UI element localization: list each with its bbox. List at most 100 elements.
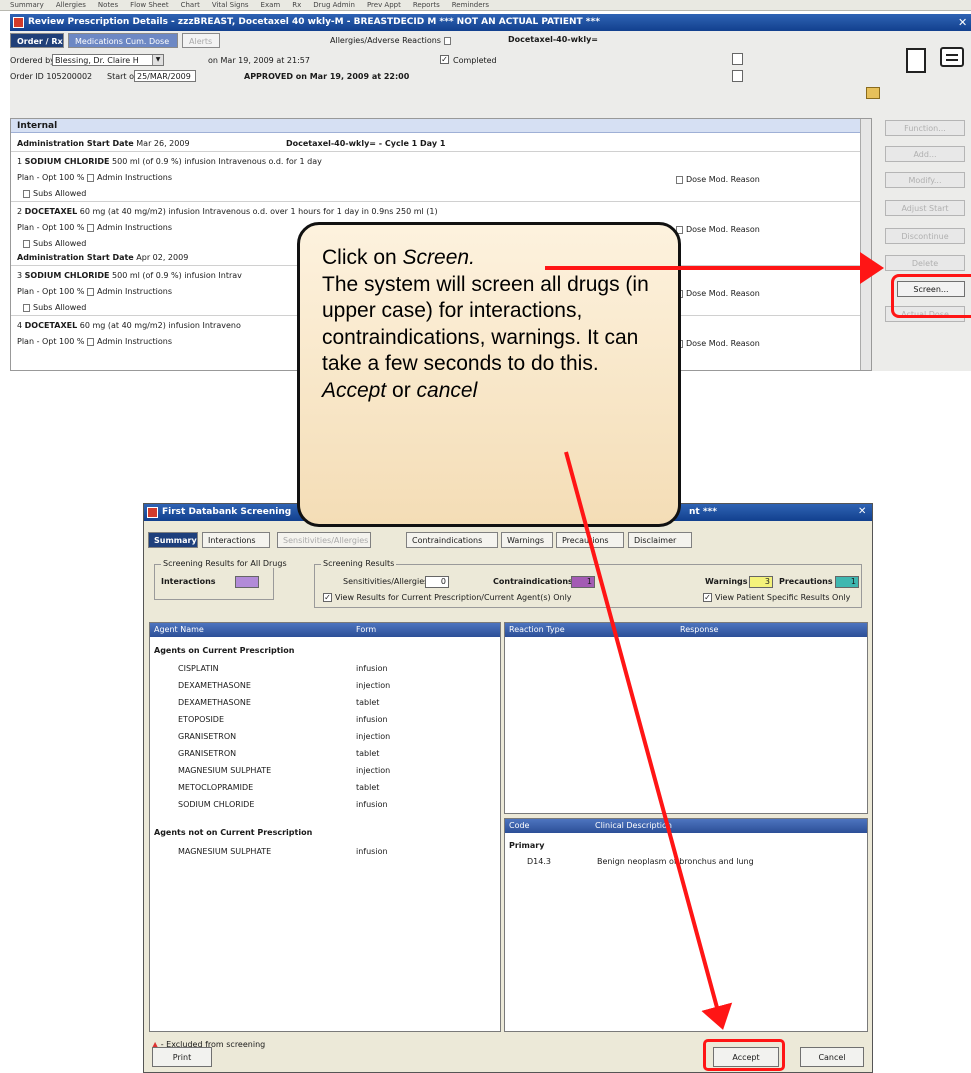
agent-form[interactable]: infusion (356, 664, 388, 673)
tab-medications-cum-dose[interactable]: Medications Cum. Dose (68, 33, 178, 48)
admin-instructions-icon[interactable] (87, 337, 95, 346)
tab-warnings[interactable]: Warnings (501, 532, 553, 548)
start-on-input[interactable]: 25/MAR/2009 (134, 70, 196, 82)
subs-icon (23, 189, 30, 198)
column-clinical-description[interactable]: Clinical Description (595, 819, 672, 833)
agent-form[interactable]: infusion (356, 715, 388, 724)
tab-alerts[interactable]: Alerts (182, 33, 220, 48)
subs-allowed-3[interactable]: Subs Allowed (23, 303, 86, 312)
prescription-window-close-icon[interactable]: ✕ (958, 14, 971, 31)
view-patient-checkbox[interactable]: ✓ (703, 593, 712, 602)
agent-form[interactable]: infusion (356, 847, 388, 856)
note-icon[interactable] (940, 47, 964, 67)
dose-mod-reason-2[interactable]: Dose Mod. Reason (676, 225, 760, 234)
tab-sensitivities-allergies[interactable]: Sensitivities/Allergies (277, 532, 371, 548)
admin-instructions-link[interactable]: Admin Instructions (97, 287, 172, 296)
tab-interactions[interactable]: Interactions (202, 532, 270, 548)
agent-name[interactable]: MAGNESIUM SULPHATE (178, 847, 271, 856)
agent-form[interactable]: injection (356, 681, 390, 690)
agent-name[interactable]: CISPLATIN (178, 664, 219, 673)
sensitivities-indicator[interactable]: 0 (425, 576, 449, 588)
order-item-1[interactable]: 1 SODIUM CHLORIDE 500 ml (of 0.9 %) infu… (17, 157, 322, 166)
dose-mod-reason-1[interactable]: Dose Mod. Reason (676, 175, 760, 184)
order-item-4[interactable]: 4 DOCETAXEL 60 mg (at 40 mg/m2) infusion… (17, 321, 241, 330)
admin-instructions-link[interactable]: Admin Instructions (97, 223, 172, 232)
agent-name[interactable]: GRANISETRON (178, 732, 236, 741)
menu-rx[interactable]: Rx (292, 1, 301, 9)
code-value[interactable]: D14.3 (527, 857, 551, 866)
agent-form[interactable]: tablet (356, 749, 379, 758)
agent-form[interactable]: injection (356, 732, 390, 741)
agent-form[interactable]: injection (356, 766, 390, 775)
admin-instructions-link[interactable]: Admin Instructions (97, 173, 172, 182)
column-code[interactable]: Code (509, 819, 529, 833)
admin-instructions-icon[interactable] (87, 223, 95, 232)
add-button[interactable]: Add... (885, 146, 965, 162)
menu-summary[interactable]: Summary (10, 1, 44, 9)
clinical-description-value[interactable]: Benign neoplasm of bronchus and lung (597, 857, 754, 866)
subs-allowed-1[interactable]: Subs Allowed (23, 189, 86, 198)
print-button[interactable]: Print (152, 1047, 212, 1067)
dose-mod-reason-3[interactable]: Dose Mod. Reason (676, 289, 760, 298)
agent-name[interactable]: GRANISETRON (178, 749, 236, 758)
column-reaction-type[interactable]: Reaction Type (509, 623, 565, 637)
warnings-indicator[interactable]: 3 (749, 576, 773, 588)
completed-checkbox[interactable]: ✓ (440, 55, 449, 64)
agent-name[interactable]: DEXAMETHASONE (178, 681, 251, 690)
contraindications-indicator[interactable]: 1 (571, 576, 595, 588)
menu-allergies[interactable]: Allergies (56, 1, 86, 9)
dose-mod-icon (676, 175, 683, 184)
attach-icon[interactable] (866, 87, 880, 99)
agent-form[interactable]: tablet (356, 783, 379, 792)
print-icon[interactable] (732, 53, 743, 65)
subs-allowed-2[interactable]: Subs Allowed (23, 239, 86, 248)
window-app-icon (13, 17, 24, 28)
search-icon[interactable] (732, 70, 743, 82)
ordered-by-select[interactable]: Blessing, Dr. Claire H ▼ (52, 54, 164, 66)
menu-notes[interactable]: Notes (98, 1, 118, 9)
admin-instructions-link[interactable]: Admin Instructions (97, 337, 172, 346)
delete-button[interactable]: Delete (885, 255, 965, 271)
discontinue-button[interactable]: Discontinue (885, 228, 965, 244)
agent-form[interactable]: infusion (356, 800, 388, 809)
dose-mod-reason-4[interactable]: Dose Mod. Reason (676, 339, 760, 348)
agent-name[interactable]: SODIUM CHLORIDE (178, 800, 254, 809)
menu-reports[interactable]: Reports (413, 1, 440, 9)
agent-name[interactable]: DEXAMETHASONE (178, 698, 251, 707)
admin-instructions-icon[interactable] (87, 173, 95, 182)
cancel-button[interactable]: Cancel (800, 1047, 864, 1067)
tab-summary[interactable]: Summary (148, 532, 198, 548)
tab-contraindications[interactable]: Contraindications (406, 532, 498, 548)
function-button[interactable]: Function... (885, 120, 965, 136)
precautions-indicator[interactable]: 1 (835, 576, 859, 588)
order-item-3[interactable]: 3 SODIUM CHLORIDE 500 ml (of 0.9 %) infu… (17, 271, 242, 280)
menu-chart[interactable]: Chart (181, 1, 200, 9)
view-current-checkbox[interactable]: ✓ (323, 593, 332, 602)
agent-name[interactable]: ETOPOSIDE (178, 715, 224, 724)
admin-start-1: Administration Start Date Mar 26, 2009 (17, 139, 190, 148)
menu-exam[interactable]: Exam (261, 1, 281, 9)
column-form[interactable]: Form (356, 623, 376, 637)
order-panel-scrollbar[interactable] (860, 119, 871, 370)
column-response[interactable]: Response (680, 623, 718, 637)
order-item-2[interactable]: 2 DOCETAXEL 60 mg (at 40 mg/m2) infusion… (17, 207, 438, 216)
column-agent-name[interactable]: Agent Name (154, 623, 204, 637)
admin-instructions-icon[interactable] (87, 287, 95, 296)
agent-name[interactable]: METOCLOPRAMIDE (178, 783, 253, 792)
new-document-icon[interactable] (906, 48, 926, 73)
menu-reminders[interactable]: Reminders (452, 1, 489, 9)
modify-button[interactable]: Modify... (885, 172, 965, 188)
allergies-link[interactable]: Allergies/Adverse Reactions (330, 36, 454, 45)
tab-disclaimer[interactable]: Disclaimer (628, 532, 692, 548)
agent-name[interactable]: MAGNESIUM SULPHATE (178, 766, 271, 775)
tab-order-rx[interactable]: Order / Rx (10, 33, 64, 48)
menu-drug-admin[interactable]: Drug Admin (313, 1, 355, 9)
dialog-close-icon[interactable]: ✕ (858, 505, 870, 519)
interactions-indicator[interactable] (235, 576, 259, 588)
agent-form[interactable]: tablet (356, 698, 379, 707)
tab-precautions[interactable]: Precautions (556, 532, 624, 548)
menu-prev-appt[interactable]: Prev Appt (367, 1, 401, 9)
adjust-start-button[interactable]: Adjust Start (885, 200, 965, 216)
menu-vital-signs[interactable]: Vital Signs (212, 1, 249, 9)
menu-flow-sheet[interactable]: Flow Sheet (130, 1, 168, 9)
